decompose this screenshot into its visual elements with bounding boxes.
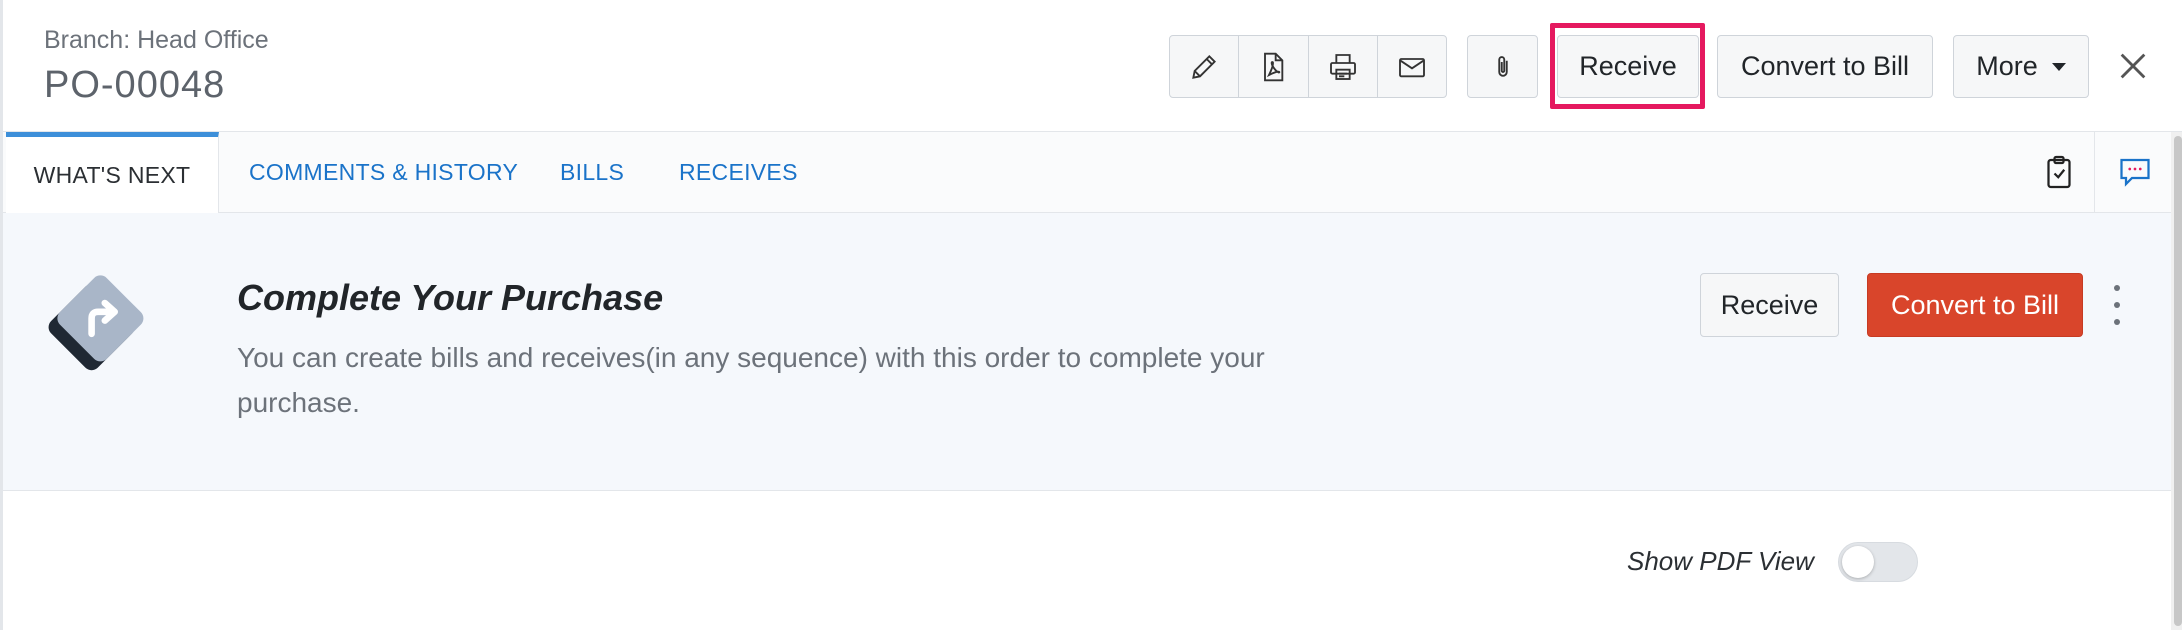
panel-convert-to-bill-button[interactable]: Convert to Bill <box>1867 273 2083 337</box>
close-button[interactable] <box>2115 48 2151 84</box>
checklist-button[interactable] <box>2023 132 2095 212</box>
pdf-button[interactable] <box>1239 36 1309 97</box>
next-title: Complete Your Purchase <box>237 277 664 318</box>
tab-bills[interactable]: BILLS <box>560 132 624 212</box>
whats-next-panel: Complete Your Purchase You can create bi… <box>3 213 2182 491</box>
chat-icon <box>2120 158 2150 187</box>
tab-comments-history[interactable]: COMMENTS & HISTORY <box>249 132 518 212</box>
convert-to-bill-button[interactable]: Convert to Bill <box>1717 35 1933 98</box>
email-button[interactable] <box>1378 36 1446 97</box>
pdf-icon <box>1264 52 1284 81</box>
po-detail-panel: Branch: Head Office PO-00048 Receive Con… <box>0 0 2182 630</box>
tab-whats-next[interactable]: WHAT'S NEXT <box>6 132 219 214</box>
more-label: More <box>1976 51 2038 81</box>
clipboard-check-icon <box>2046 155 2071 189</box>
pencil-icon <box>1192 54 1217 79</box>
scroll-thumb[interactable] <box>2174 136 2182 626</box>
action-icon-group <box>1169 35 1447 98</box>
receive-highlight-box <box>1550 23 1705 109</box>
pdf-view-toggle[interactable] <box>1838 542 1918 582</box>
po-number-title: PO-00048 <box>44 64 226 106</box>
more-dropdown-button[interactable]: More <box>1953 35 2089 98</box>
direction-arrow-icon <box>48 275 144 371</box>
po-header: Branch: Head Office PO-00048 Receive Con… <box>3 0 2182 132</box>
tabs-bar: WHAT'S NEXT COMMENTS & HISTORY BILLS REC… <box>3 131 2182 214</box>
scrollbar[interactable] <box>2171 132 2182 630</box>
panel-receive-button[interactable]: Receive <box>1700 273 1839 337</box>
attach-button[interactable] <box>1467 35 1538 98</box>
printer-icon <box>1329 53 1356 80</box>
toggle-knob <box>1842 546 1874 578</box>
comments-panel-button[interactable] <box>2099 132 2171 212</box>
close-icon <box>2120 53 2146 79</box>
print-button[interactable] <box>1309 36 1378 97</box>
edit-button[interactable] <box>1170 36 1240 97</box>
caret-down-icon <box>2051 62 2066 71</box>
next-description: You can create bills and receives(in any… <box>237 342 1265 418</box>
branch-label: Branch: Head Office <box>44 26 269 54</box>
tab-receives[interactable]: RECEIVES <box>679 132 798 212</box>
paperclip-icon <box>1497 55 1508 77</box>
mail-icon <box>1398 57 1425 77</box>
kebab-menu-icon[interactable] <box>2107 279 2127 331</box>
pdf-view-label: Show PDF View <box>1627 546 1814 576</box>
